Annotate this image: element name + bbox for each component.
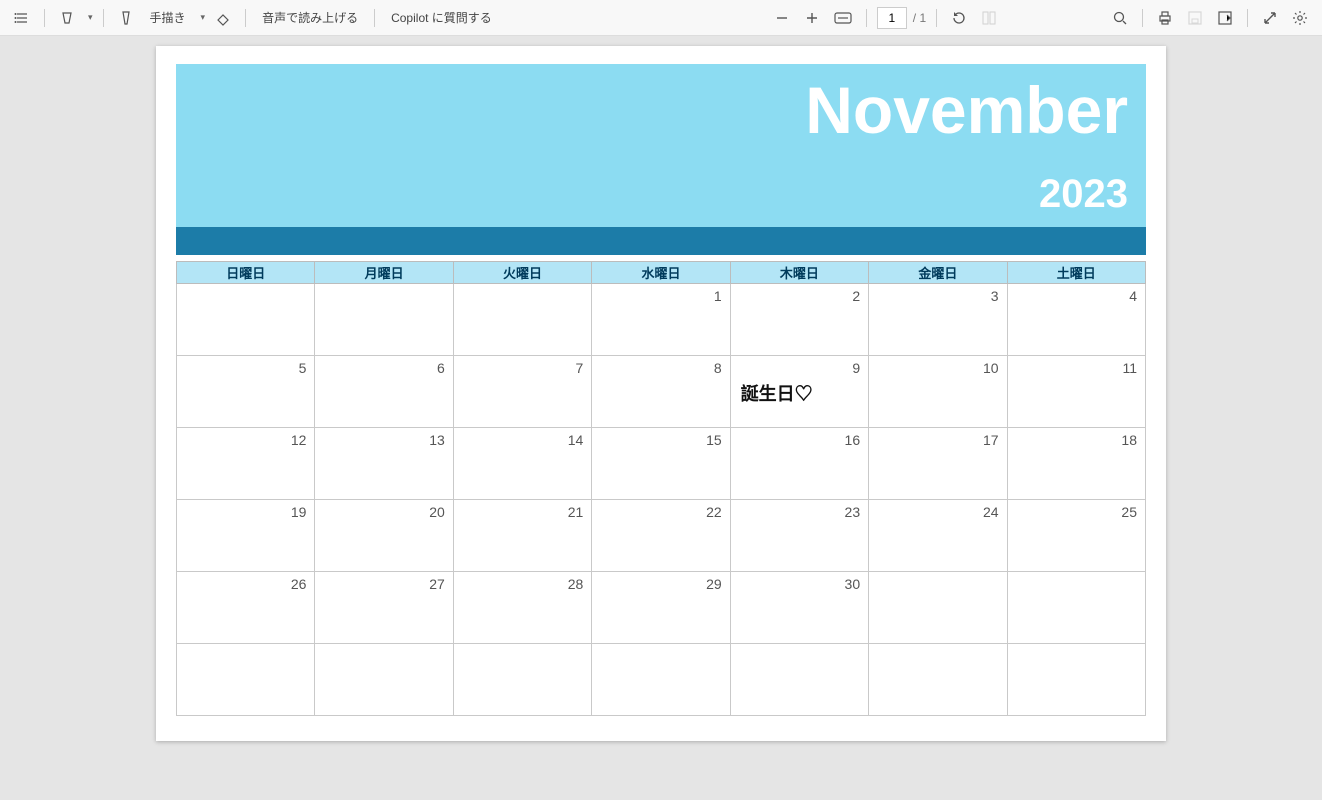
calendar-row bbox=[177, 644, 1146, 716]
fit-width-icon[interactable] bbox=[830, 6, 856, 30]
weekday-header: 日曜日 bbox=[177, 262, 315, 284]
page-number-input[interactable] bbox=[877, 7, 907, 29]
calendar-cell bbox=[315, 644, 453, 716]
document-viewer[interactable]: November 2023 日曜日 月曜日 火曜日 水曜日 木曜日 金曜日 土曜… bbox=[0, 36, 1322, 800]
calendar-header: November 2023 bbox=[176, 64, 1146, 227]
read-aloud-button[interactable]: 音声で読み上げる bbox=[256, 9, 364, 26]
draw-button[interactable]: 手描き bbox=[144, 9, 192, 26]
calendar-cell: 16 bbox=[730, 428, 868, 500]
chevron-down-icon[interactable]: ▾ bbox=[198, 12, 206, 23]
calendar-cell: 8 bbox=[592, 356, 730, 428]
calendar-cell: 22 bbox=[592, 500, 730, 572]
fullscreen-icon[interactable] bbox=[1258, 6, 1282, 30]
save-as-icon[interactable] bbox=[1213, 6, 1237, 30]
calendar-row: 5 6 7 8 9 誕生日♡ 10 11 bbox=[177, 356, 1146, 428]
separator bbox=[374, 9, 375, 27]
weekday-header: 金曜日 bbox=[869, 262, 1007, 284]
calendar-cell bbox=[453, 284, 591, 356]
calendar-row: 12 13 14 15 16 17 18 bbox=[177, 428, 1146, 500]
separator bbox=[866, 9, 867, 27]
calendar-cell bbox=[1007, 644, 1145, 716]
calendar-row: 1 2 3 4 bbox=[177, 284, 1146, 356]
calendar-cell bbox=[177, 284, 315, 356]
rotate-icon[interactable] bbox=[947, 6, 971, 30]
separator bbox=[103, 9, 104, 27]
year-title: 2023 bbox=[176, 172, 1128, 217]
calendar-cell bbox=[177, 644, 315, 716]
weekday-header: 火曜日 bbox=[453, 262, 591, 284]
zoom-in-icon[interactable] bbox=[800, 6, 824, 30]
handwritten-annotation: 誕生日♡ bbox=[741, 380, 813, 406]
separator bbox=[245, 9, 246, 27]
separator bbox=[936, 9, 937, 27]
calendar-cell: 30 bbox=[730, 572, 868, 644]
calendar-page: November 2023 日曜日 月曜日 火曜日 水曜日 木曜日 金曜日 土曜… bbox=[156, 46, 1166, 741]
calendar-cell: 29 bbox=[592, 572, 730, 644]
print-icon[interactable] bbox=[1153, 6, 1177, 30]
calendar-cell: 5 bbox=[177, 356, 315, 428]
weekday-header: 水曜日 bbox=[592, 262, 730, 284]
calendar-cell: 3 bbox=[869, 284, 1007, 356]
pen-icon[interactable] bbox=[114, 6, 138, 30]
calendar-cell: 12 bbox=[177, 428, 315, 500]
calendar-cell: 2 bbox=[730, 284, 868, 356]
weekday-header: 土曜日 bbox=[1007, 262, 1145, 284]
separator bbox=[1142, 9, 1143, 27]
calendar-cell: 19 bbox=[177, 500, 315, 572]
weekday-header: 月曜日 bbox=[315, 262, 453, 284]
calendar-cell: 7 bbox=[453, 356, 591, 428]
header-stripe bbox=[176, 227, 1146, 255]
search-icon[interactable] bbox=[1108, 6, 1132, 30]
calendar-cell: 25 bbox=[1007, 500, 1145, 572]
eraser-icon[interactable] bbox=[211, 6, 235, 30]
calendar-cell bbox=[730, 644, 868, 716]
calendar-cell: 14 bbox=[453, 428, 591, 500]
calendar-cell: 23 bbox=[730, 500, 868, 572]
calendar-cell: 28 bbox=[453, 572, 591, 644]
calendar-cell: 4 bbox=[1007, 284, 1145, 356]
calendar-cell: 21 bbox=[453, 500, 591, 572]
calendar-cell: 18 bbox=[1007, 428, 1145, 500]
calendar-cell: 15 bbox=[592, 428, 730, 500]
calendar-cell: 9 誕生日♡ bbox=[730, 356, 868, 428]
separator bbox=[1247, 9, 1248, 27]
calendar-cell bbox=[869, 644, 1007, 716]
calendar-cell bbox=[592, 644, 730, 716]
weekday-header-row: 日曜日 月曜日 火曜日 水曜日 木曜日 金曜日 土曜日 bbox=[177, 262, 1146, 284]
month-title: November bbox=[176, 72, 1128, 148]
calendar-cell: 17 bbox=[869, 428, 1007, 500]
weekday-header: 木曜日 bbox=[730, 262, 868, 284]
calendar-row: 19 20 21 22 23 24 25 bbox=[177, 500, 1146, 572]
calendar-row: 26 27 28 29 30 bbox=[177, 572, 1146, 644]
page-total-label: / 1 bbox=[913, 11, 926, 25]
pdf-toolbar: ▾ 手描き ▾ 音声で読み上げる Copilot に質問する / 1 bbox=[0, 0, 1322, 36]
chevron-down-icon[interactable]: ▾ bbox=[85, 12, 93, 23]
calendar-cell: 24 bbox=[869, 500, 1007, 572]
calendar-cell: 13 bbox=[315, 428, 453, 500]
copilot-button[interactable]: Copilot に質問する bbox=[385, 9, 498, 26]
save-icon[interactable] bbox=[1183, 6, 1207, 30]
calendar-cell bbox=[869, 572, 1007, 644]
calendar-cell: 6 bbox=[315, 356, 453, 428]
zoom-out-icon[interactable] bbox=[770, 6, 794, 30]
page-view-icon[interactable] bbox=[977, 6, 1001, 30]
calendar-cell: 1 bbox=[592, 284, 730, 356]
toc-icon[interactable] bbox=[10, 6, 34, 30]
calendar-cell bbox=[1007, 572, 1145, 644]
separator bbox=[44, 9, 45, 27]
calendar-cell bbox=[315, 284, 453, 356]
calendar-cell: 10 bbox=[869, 356, 1007, 428]
day-number: 9 bbox=[852, 360, 860, 376]
calendar-cell: 26 bbox=[177, 572, 315, 644]
calendar-cell: 20 bbox=[315, 500, 453, 572]
calendar-cell bbox=[453, 644, 591, 716]
calendar-cell: 11 bbox=[1007, 356, 1145, 428]
highlighter-icon[interactable] bbox=[55, 6, 79, 30]
calendar-grid: 日曜日 月曜日 火曜日 水曜日 木曜日 金曜日 土曜日 1 2 3 4 bbox=[176, 261, 1146, 716]
calendar-cell: 27 bbox=[315, 572, 453, 644]
settings-icon[interactable] bbox=[1288, 6, 1312, 30]
